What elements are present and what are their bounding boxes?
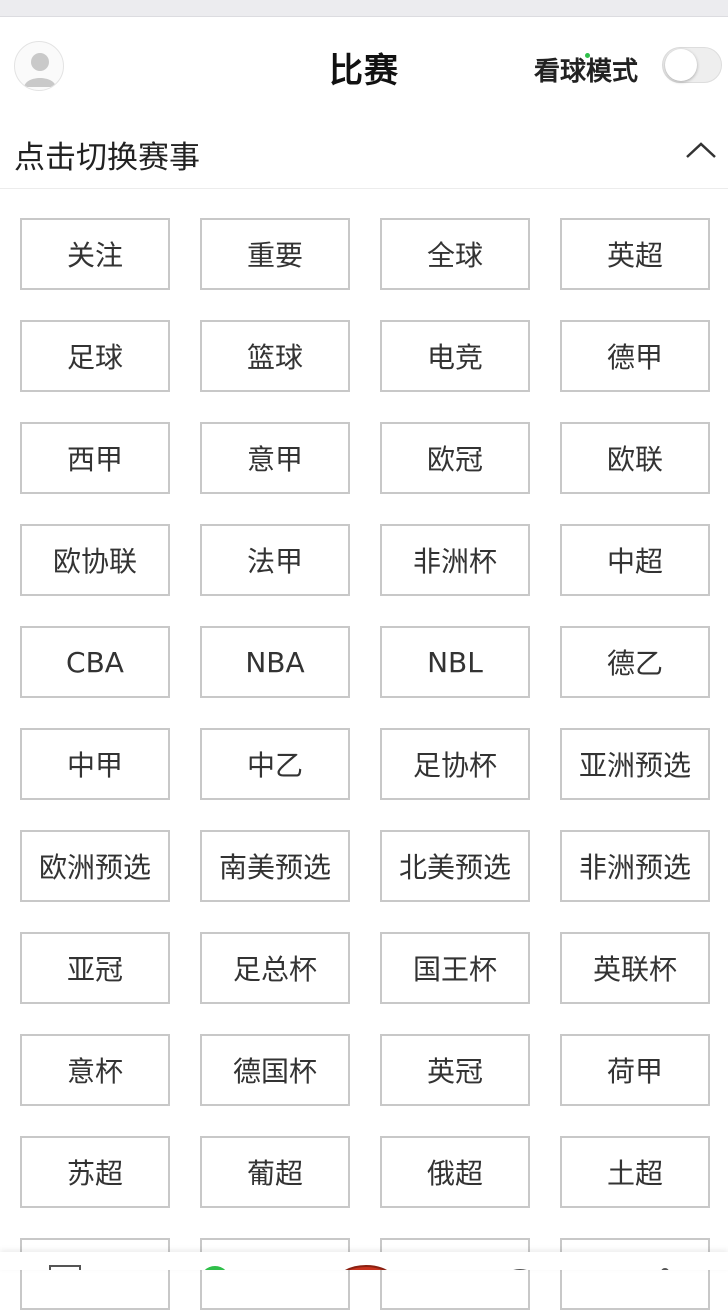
top-header: 比赛 看球模式 [0,17,728,117]
chip-europe-qualifiers[interactable]: 欧洲预选 [20,830,170,902]
chip-north-america-qualifiers[interactable]: 北美预选 [380,830,530,902]
home-tab-icon[interactable] [334,1264,398,1270]
chip-copa-del-rey[interactable]: 国王杯 [380,932,530,1004]
chip-fa-cup[interactable]: 足总杯 [200,932,350,1004]
chip-coppa-italia[interactable]: 意杯 [20,1034,170,1106]
chip-super-lig[interactable]: 土超 [560,1136,710,1208]
chip-serie-a[interactable]: 意甲 [200,422,350,494]
chip-ligue-1[interactable]: 法甲 [200,524,350,596]
bottom-tab-bar [0,1252,728,1270]
chip-follow[interactable]: 关注 [20,218,170,290]
chip-afc-champions[interactable]: 亚冠 [20,932,170,1004]
chip-football[interactable]: 足球 [20,320,170,392]
chip-laliga[interactable]: 西甲 [20,422,170,494]
switch-competition-row[interactable]: 点击切换赛事 [0,118,728,189]
chip-csl[interactable]: 中超 [560,524,710,596]
chip-asia-qualifiers[interactable]: 亚洲预选 [560,728,710,800]
chip-africa-qualifiers[interactable]: 非洲预选 [560,830,710,902]
chip-eredivisie[interactable]: 荷甲 [560,1034,710,1106]
chip-south-america-qualifiers[interactable]: 南美预选 [200,830,350,902]
chip-championship[interactable]: 英冠 [380,1034,530,1106]
chip-basketball[interactable]: 篮球 [200,320,350,392]
chip-2-bundesliga[interactable]: 德乙 [560,626,710,698]
watch-mode-dot [585,53,590,58]
chip-bundesliga[interactable]: 德甲 [560,320,710,392]
chip-premier-league[interactable]: 英超 [560,218,710,290]
chip-partial[interactable] [380,1238,530,1310]
status-bar [0,0,728,17]
chip-afcon[interactable]: 非洲杯 [380,524,530,596]
chip-partial[interactable] [560,1238,710,1310]
chip-global[interactable]: 全球 [380,218,530,290]
chip-europa-league[interactable]: 欧联 [560,422,710,494]
chip-efl-cup[interactable]: 英联杯 [560,932,710,1004]
chip-fa-cup-china[interactable]: 足协杯 [380,728,530,800]
chip-esports[interactable]: 电竞 [380,320,530,392]
profile-tab-icon[interactable] [650,1264,680,1270]
switch-competition-label: 点击切换赛事 [14,140,200,176]
news-tab-icon[interactable] [48,1264,82,1270]
chevron-up-icon[interactable] [684,140,718,160]
chip-partial[interactable] [200,1238,350,1310]
chip-nba[interactable]: NBA [200,626,350,698]
chip-partial[interactable] [20,1238,170,1310]
chip-primeira-liga[interactable]: 葡超 [200,1136,350,1208]
chip-china-league-one[interactable]: 中甲 [20,728,170,800]
chat-tab-icon[interactable] [500,1264,540,1270]
toggle-knob [665,49,697,81]
chip-dfb-pokal[interactable]: 德国杯 [200,1034,350,1106]
chip-champions-league[interactable]: 欧冠 [380,422,530,494]
competition-grid: 关注 重要 全球 英超 足球 篮球 电竞 德甲 西甲 意甲 欧冠 欧联 欧协联 … [20,218,710,1310]
chip-nbl[interactable]: NBL [380,626,530,698]
chip-russian-premier[interactable]: 俄超 [380,1136,530,1208]
match-tab-icon[interactable] [198,1264,232,1270]
chip-conference-league[interactable]: 欧协联 [20,524,170,596]
chip-china-league-two[interactable]: 中乙 [200,728,350,800]
watch-mode-toggle[interactable] [662,47,722,83]
chip-cba[interactable]: CBA [20,626,170,698]
chip-important[interactable]: 重要 [200,218,350,290]
chip-scottish-premiership[interactable]: 苏超 [20,1136,170,1208]
